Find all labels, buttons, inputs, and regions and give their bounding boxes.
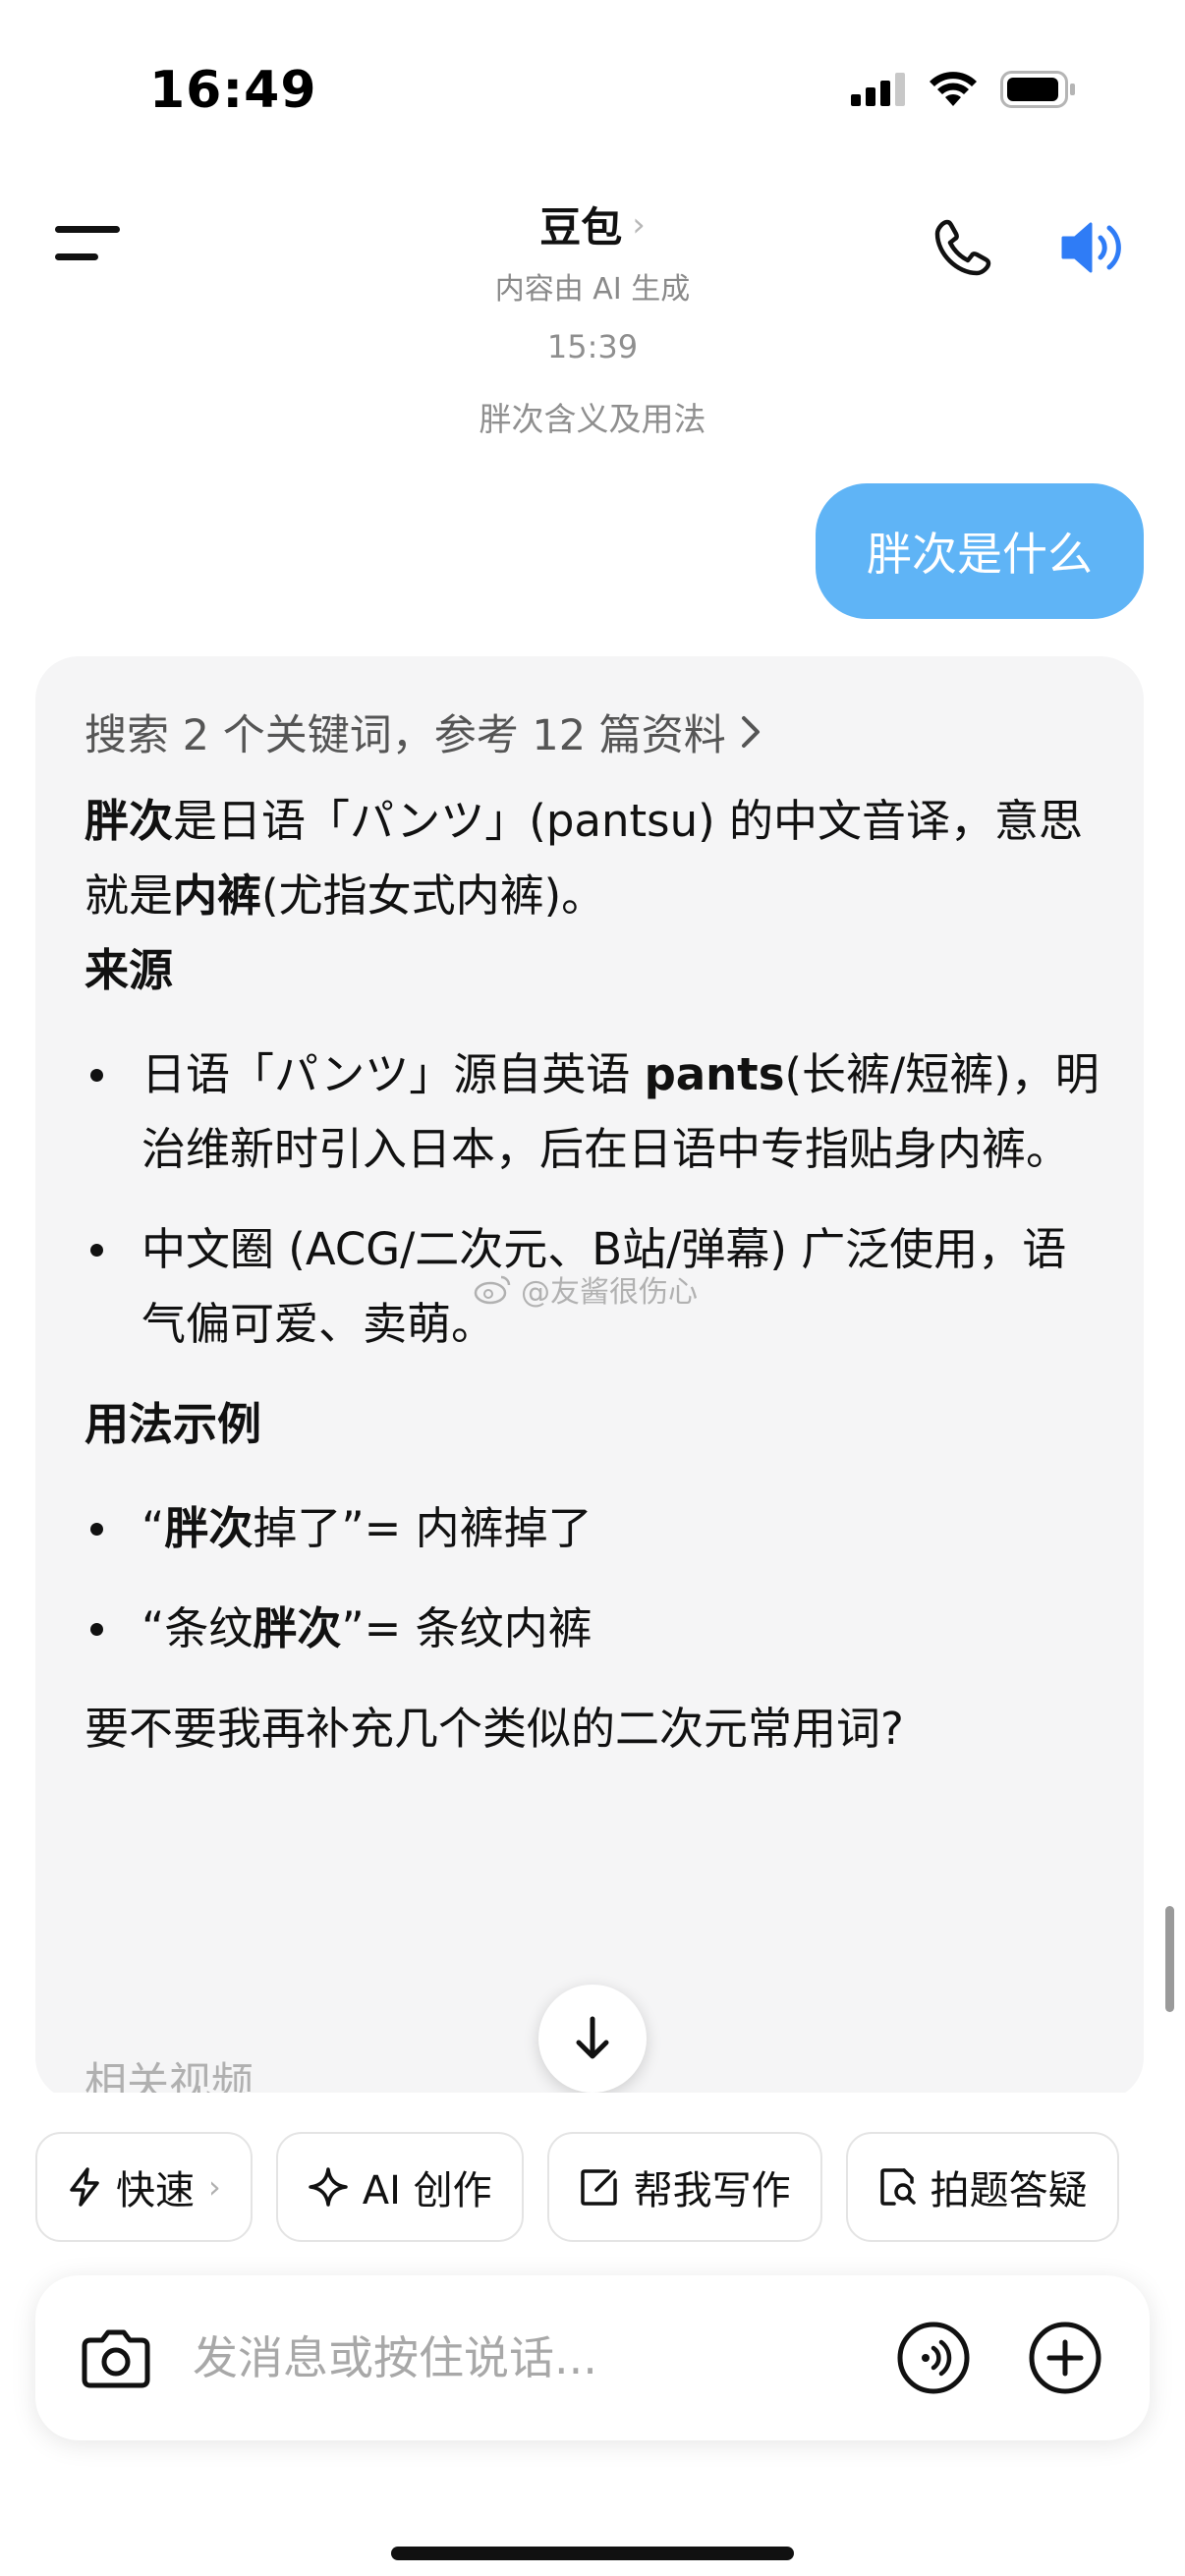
quick-action-bar: 快速 › AI 创作 帮我写作 拍题答疑 [35,2132,1119,2242]
bullet-bold: 胖次 [164,1502,254,1554]
status-bar: 16:49 [0,0,1185,187]
bottom-input-area: 快速 › AI 创作 帮我写作 拍题答疑 [0,2093,1185,2576]
photo-question-label: 拍题答疑 [930,2168,1088,2213]
list-item: 日语「パンツ」源自英语 pants(长裤/短裤)，明治维新时引入日本，后在日语中… [85,1037,1106,1187]
camera-button[interactable] [81,2324,151,2391]
phone-call-button[interactable] [931,216,994,279]
watermark-text: @友酱很伤心 [521,1275,698,1310]
section-title-usage: 用法示例 [85,1398,262,1450]
wifi-icon [930,72,977,106]
scroll-to-bottom-button[interactable] [538,1985,647,2093]
message-timestamp: 15:39 [546,328,639,365]
ai-create-chip[interactable]: AI 创作 [275,2132,524,2242]
user-message-text: 胖次是什么 [867,528,1093,581]
document-search-icon [879,2168,916,2206]
source-list: 日语「パンツ」源自英语 pants(长裤/短裤)，明治维新时引入日本，后在日语中… [85,1037,1106,1362]
message-input-bar [35,2275,1150,2440]
voice-input-button[interactable] [896,2321,971,2395]
scrollbar-thumb[interactable] [1165,1906,1174,2012]
section-title-source: 来源 [85,944,174,996]
bot-name[interactable]: 豆包 › [539,195,646,254]
answer-closing-question: 要不要我再补充几个类似的二次元常用词? [85,1703,904,1755]
meaning-bold: 内裤 [173,869,262,922]
intro-end-text: (尤指女式内裤)。 [261,869,606,922]
weibo-logo-icon [474,1275,511,1305]
bullet-bold: pants [644,1048,785,1100]
chevron-right-icon [741,716,760,748]
watermark: @友酱很伤心 [474,1267,698,1311]
battery-icon [1000,71,1075,108]
search-summary-text: 搜索 2 个关键词，参考 12 篇资料 [85,711,726,760]
fast-mode-label: 快速 [116,2168,195,2213]
answer-intro: 胖次是日语「パンツ」(pantsu) 的中文音译，意思就是内裤(尤指女式内裤)。 [85,784,1106,933]
ai-create-label: AI 创作 [362,2168,492,2213]
status-time: 16:49 [149,61,317,120]
speaker-icon[interactable] [1057,216,1126,279]
add-attachment-button[interactable] [1028,2321,1102,2395]
search-references-link[interactable]: 搜索 2 个关键词，参考 12 篇资料 [85,701,762,762]
message-input[interactable] [193,2319,900,2397]
list-item: “条纹胖次”= 条纹内裤 [85,1592,1106,1666]
fast-mode-chip[interactable]: 快速 › [35,2132,253,2242]
term-bold: 胖次 [85,795,174,847]
chevron-right-icon: › [208,2168,221,2206]
header-title-area[interactable]: 豆包 › 内容由 AI 生成 [0,195,1185,308]
help-write-chip[interactable]: 帮我写作 [546,2132,822,2242]
user-message-bubble[interactable]: 胖次是什么 [816,483,1144,619]
bullet-text: ”= 条纹内裤 [341,1602,592,1654]
bullet-text: 日语「パンツ」源自英语 [141,1048,645,1100]
bot-name-label: 豆包 [539,203,623,252]
edit-icon [580,2169,617,2206]
ai-generated-notice: 内容由 AI 生成 [494,272,691,307]
status-icons [851,71,1077,108]
bullet-bold: 胖次 [253,1602,342,1654]
sparkle-icon [309,2167,348,2207]
photo-question-chip[interactable]: 拍题答疑 [845,2132,1119,2242]
home-indicator [391,2547,794,2560]
bullet-text: “ [141,1502,165,1554]
conversation-topic: 胖次含义及用法 [479,400,706,438]
chevron-right-icon: › [632,204,646,245]
usage-list: “胖次掉了”= 内裤掉了 “条纹胖次”= 条纹内裤 [85,1491,1106,1666]
cellular-signal-icon [851,73,905,106]
list-item: “胖次掉了”= 内裤掉了 [85,1491,1106,1566]
help-write-label: 帮我写作 [633,2168,791,2213]
bullet-text: “条纹 [141,1602,254,1654]
arrow-down-icon [576,2016,609,2059]
bullet-text: 掉了”= 内裤掉了 [253,1502,592,1554]
lightning-icon [70,2167,99,2207]
assistant-answer-card: 搜索 2 个关键词，参考 12 篇资料 胖次是日语「パンツ」(pantsu) 的… [35,656,1144,2100]
chat-header: 豆包 › 内容由 AI 生成 [0,187,1185,308]
